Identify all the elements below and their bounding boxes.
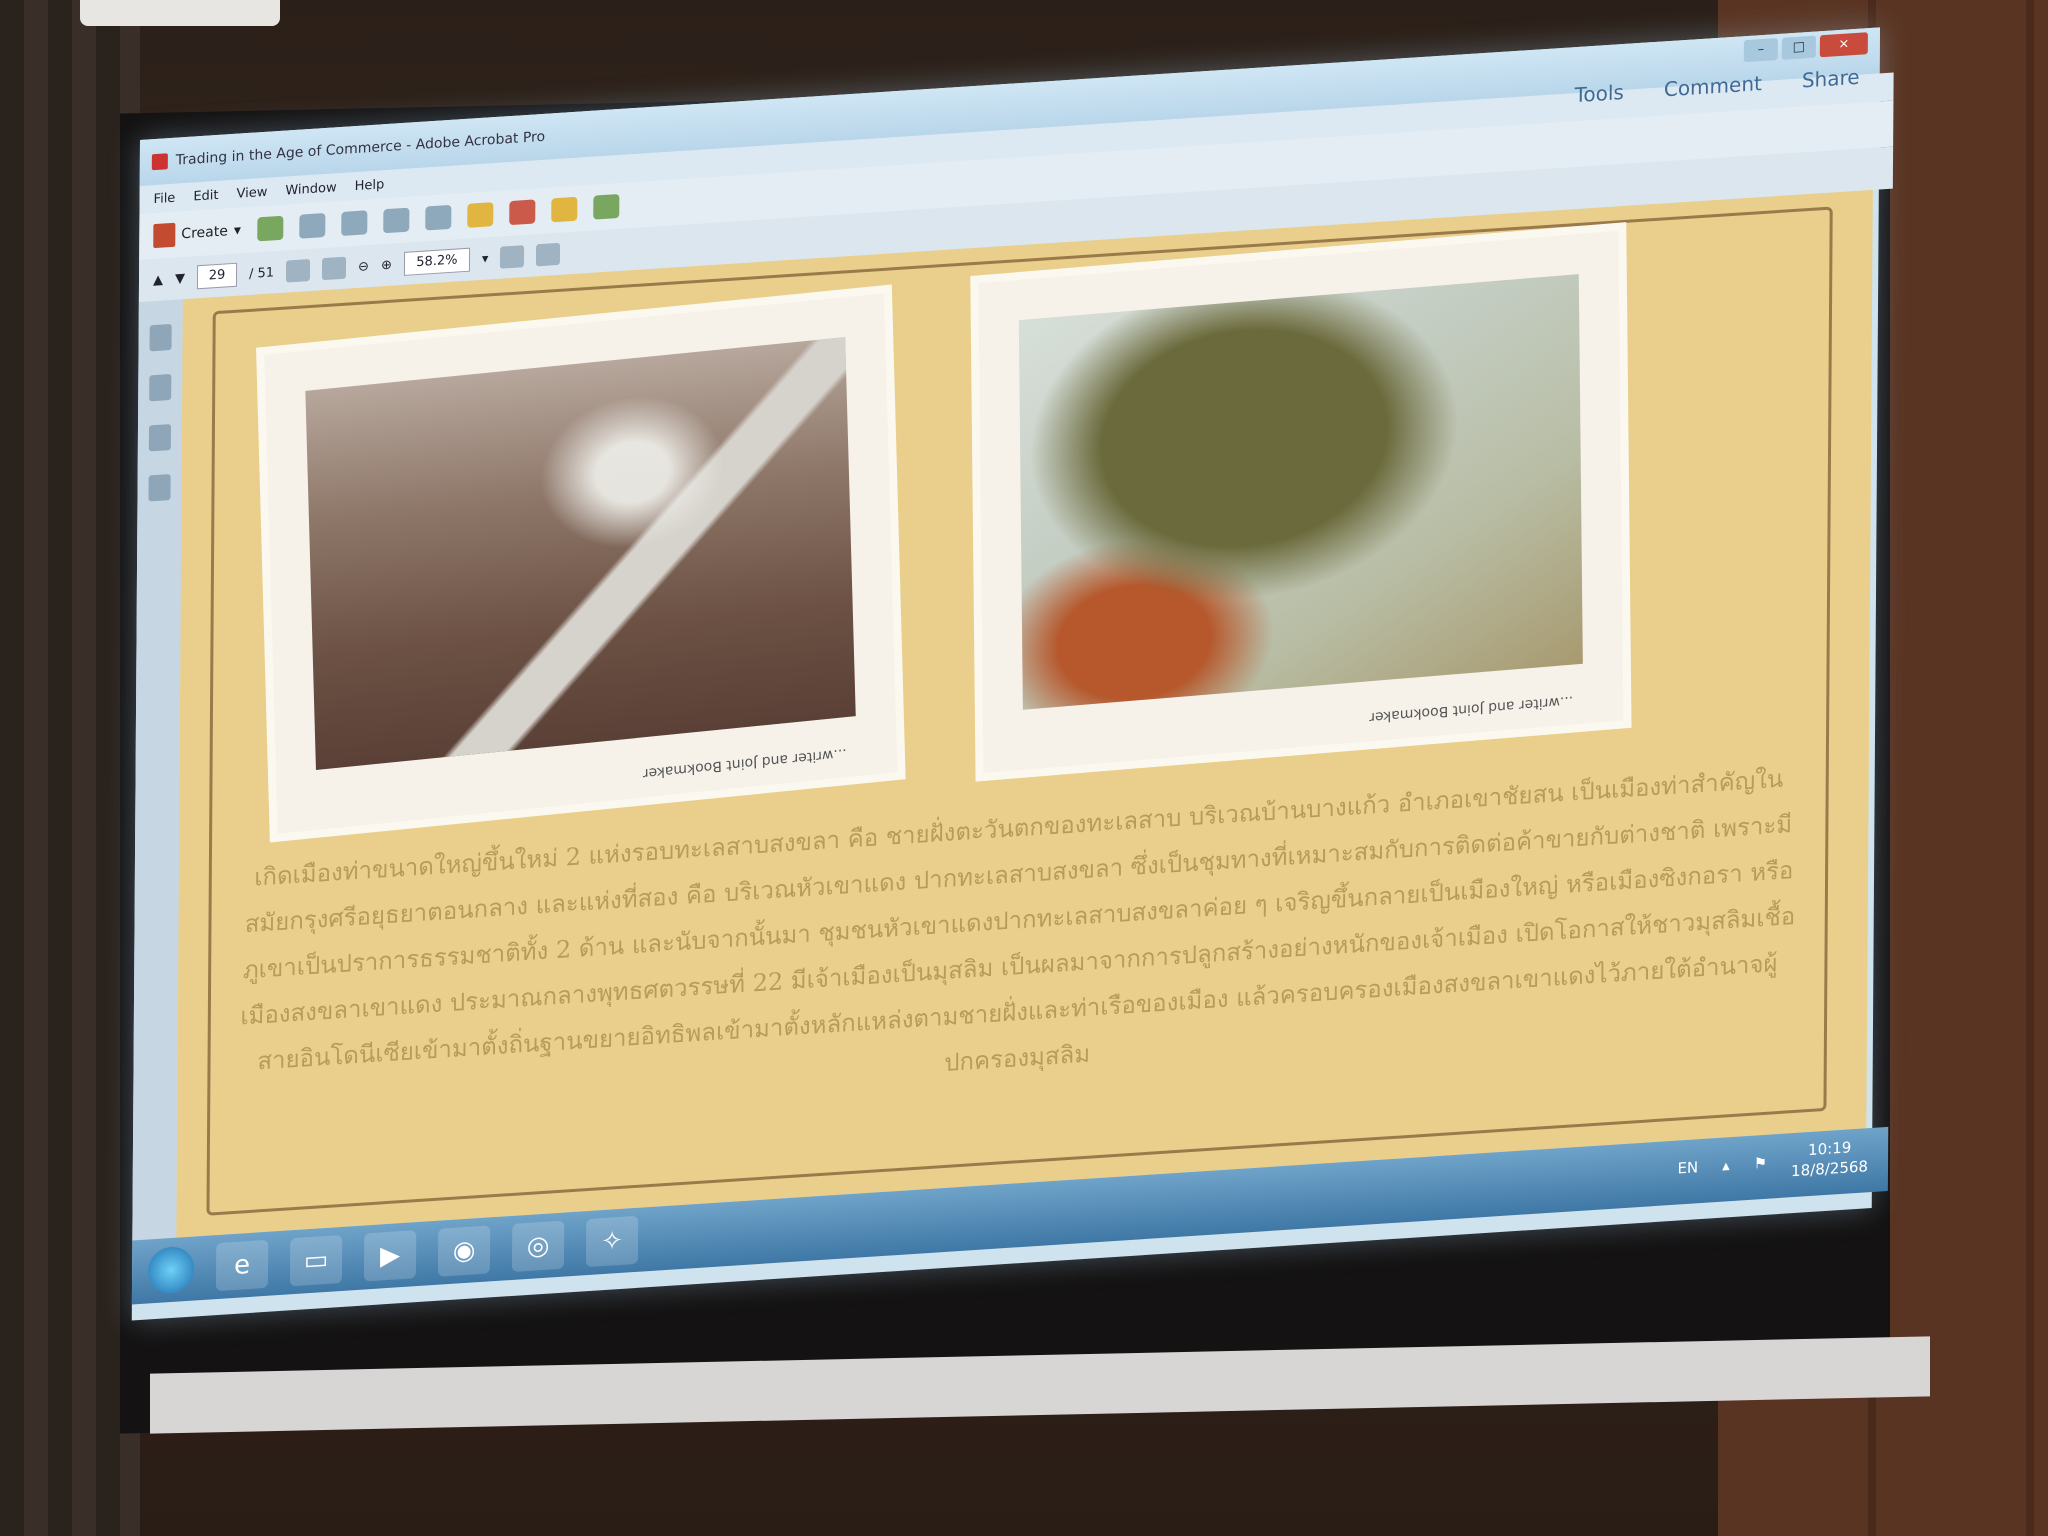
menu-window[interactable]: Window [285,180,336,198]
photo-caption: ...writer and Joint Bookmaker [642,745,847,782]
action-center-flag-icon[interactable]: ⚑ [1754,1154,1768,1173]
language-indicator[interactable]: EN [1677,1158,1698,1177]
create-pdf-icon [153,222,176,249]
chevron-down-icon: ▾ [233,222,241,239]
acrobat-window: Trading in the Age of Commerce - Adobe A… [131,27,1894,1321]
minimize-button[interactable]: – [1743,38,1778,63]
page-up-icon[interactable]: ▲ [153,272,163,288]
photo-image [305,337,856,770]
file-explorer-icon[interactable]: ▭ [289,1234,343,1287]
tray-expand-icon[interactable]: ▴ [1722,1156,1730,1174]
print-icon[interactable] [340,210,367,237]
aerial-photo-hill: ...writer and Joint Bookmaker [978,230,1624,773]
clock[interactable]: 10:19 18/8/2568 [1791,1136,1868,1181]
open-folder-icon[interactable] [256,215,283,242]
media-player-icon[interactable]: ▶ [363,1230,417,1282]
export-icon[interactable] [550,196,577,223]
sign-icon[interactable] [508,199,535,226]
settings-gear-icon[interactable] [424,204,451,231]
ceiling-light [80,0,280,26]
page-number-input[interactable]: 29 [196,262,238,290]
fullscreen-icon[interactable] [536,242,561,267]
tools-button[interactable]: Tools [1575,80,1624,107]
acrobat-app-icon [151,153,168,171]
aerial-photo-river: ...writer and Joint Bookmaker [264,293,898,834]
hand-tool-icon[interactable] [321,256,347,281]
zoom-level-input[interactable]: 58.2% [403,247,470,276]
maximize-button[interactable]: □ [1781,35,1816,60]
internet-explorer-icon[interactable]: e [215,1239,269,1292]
comment-bubble-icon[interactable] [466,202,493,228]
navigation-pane [132,299,183,1241]
email-icon[interactable] [382,207,409,234]
create-button[interactable]: Create ▾ [153,218,241,249]
save-icon[interactable] [298,213,325,239]
document-page: ...writer and Joint Bookmaker ...writer … [176,189,1873,1238]
page-down-icon[interactable]: ▼ [175,271,185,287]
page-total: / 51 [248,264,275,282]
share-file-icon[interactable] [592,194,619,220]
zoom-dropdown-icon[interactable]: ▾ [482,251,489,266]
wall-left [0,0,140,1536]
select-tool-icon[interactable] [285,258,311,283]
window-controls: – □ × [1743,32,1868,63]
menu-edit[interactable]: Edit [193,187,218,204]
signatures-icon[interactable] [148,474,171,502]
acrobat-taskbar-icon[interactable]: ✧ [585,1215,639,1268]
fit-page-icon[interactable] [500,245,525,269]
share-button[interactable]: Share [1802,65,1860,93]
bookmarks-icon[interactable] [149,373,172,402]
start-button[interactable] [147,1245,195,1295]
chrome-icon[interactable]: ◎ [511,1220,565,1272]
close-button[interactable]: × [1819,32,1868,58]
zoom-in-icon[interactable]: ⊕ [381,257,392,273]
menu-view[interactable]: View [236,184,267,201]
line-app-icon[interactable]: ◉ [437,1225,491,1277]
page-thumbnails-icon[interactable] [149,323,172,352]
attachments-icon[interactable] [148,424,172,452]
photo-image [1018,274,1583,710]
menu-file[interactable]: File [154,190,176,206]
create-label: Create [181,223,228,243]
menu-help[interactable]: Help [355,177,385,194]
photo-caption: ...writer and Joint Bookmaker [1369,692,1574,726]
system-tray: EN ▴ ⚑ 10:19 18/8/2568 [1677,1136,1868,1188]
zoom-out-icon[interactable]: ⊖ [358,259,369,275]
clock-date: 18/8/2568 [1791,1157,1869,1181]
